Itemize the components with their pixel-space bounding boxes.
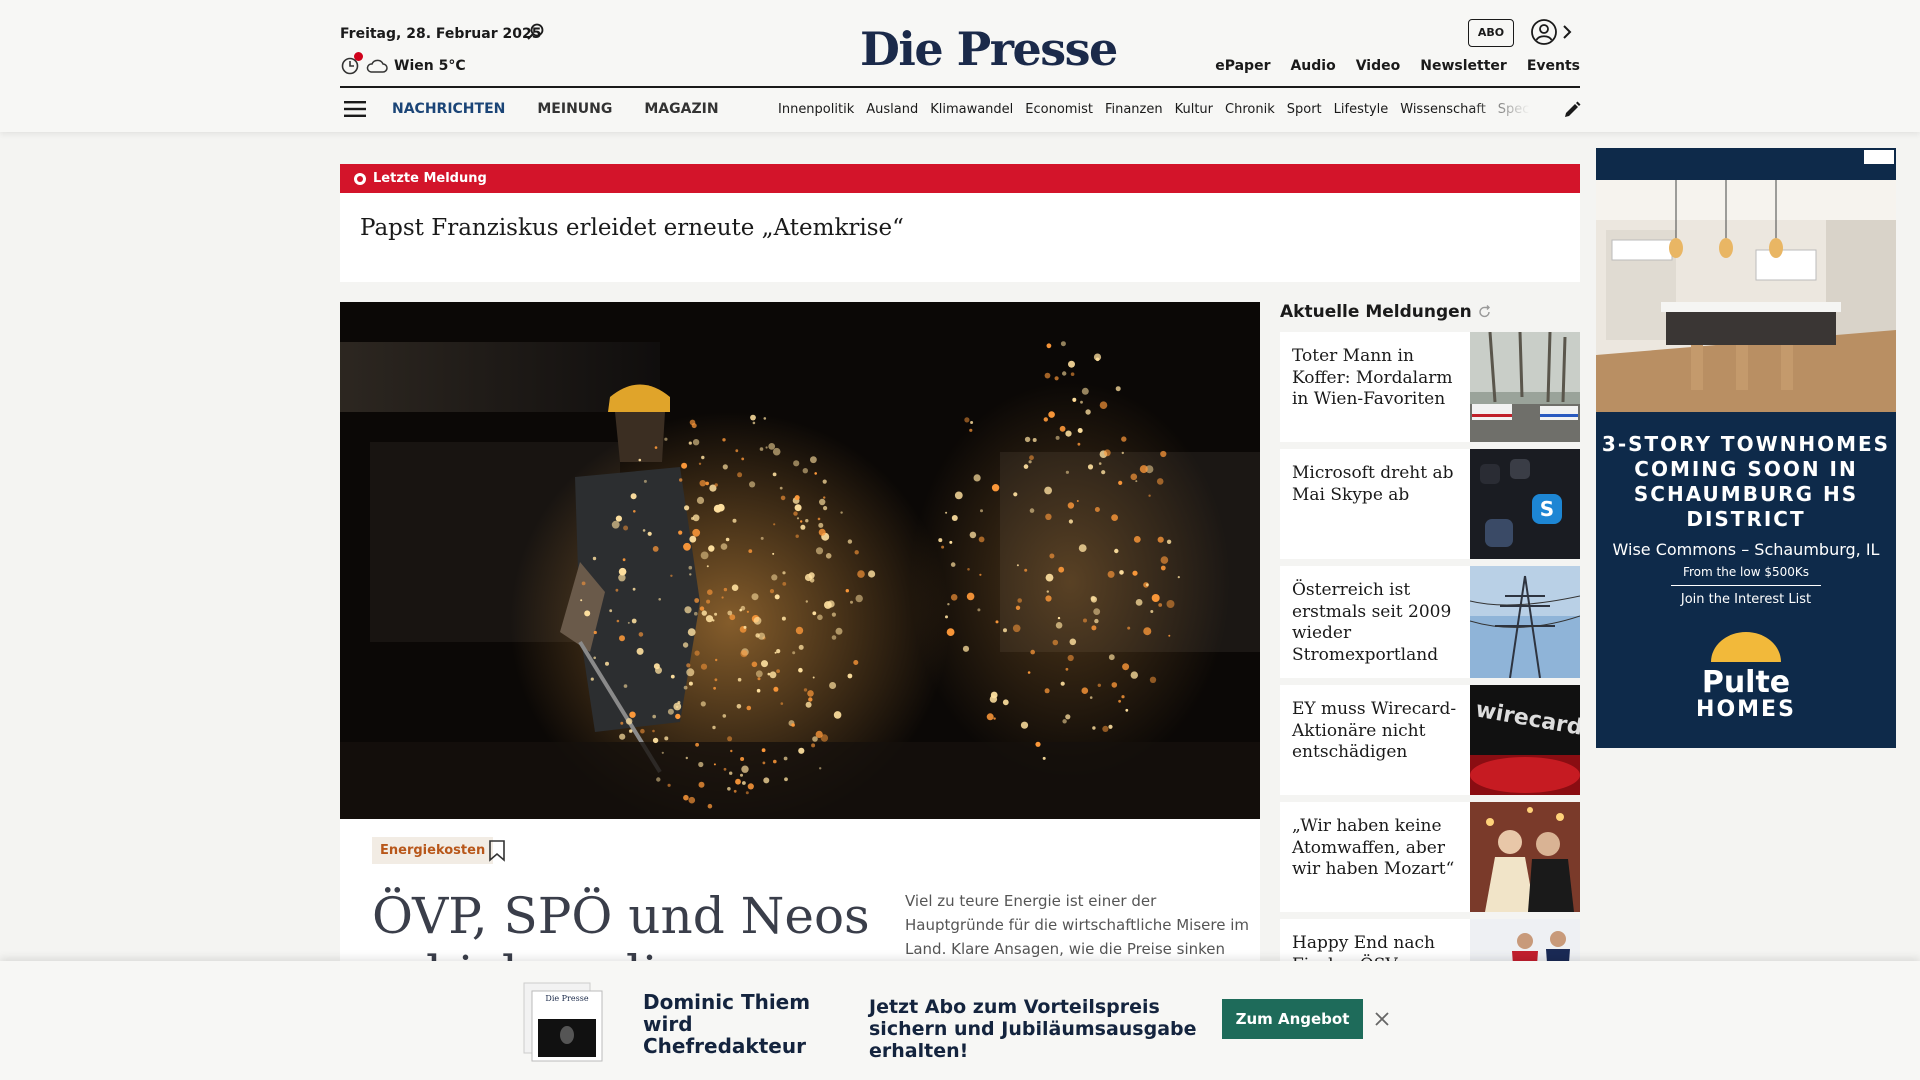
promo-paper-label: Die Presse [545, 994, 588, 1003]
cloud-icon [366, 59, 388, 73]
breaking-headline[interactable]: Papst Franziskus erleidet erneute „Atemk… [340, 193, 1580, 263]
news-item[interactable]: Toter Mann in Koffer: Mordalarm in Wien-… [1280, 332, 1580, 442]
advertisement[interactable]: 3-STORY TOWNHOMES COMING SOON IN SCHAUMB… [1596, 148, 1896, 748]
ad-choices-close-icon[interactable] [1864, 150, 1894, 164]
pulte-homes-logo: Pulte HOMES [1696, 632, 1796, 722]
news-item-title[interactable]: Toter Mann in Koffer: Mordalarm in Wien-… [1292, 346, 1467, 411]
site-logo[interactable]: Die Presse [860, 22, 1118, 76]
ad-price: From the low $500Ks [1682, 565, 1810, 579]
subnav-economist[interactable]: Economist [1025, 102, 1093, 117]
breaking-label: Letzte Meldung [373, 171, 487, 186]
close-icon[interactable] [1374, 1011, 1390, 1027]
hero-teaser: Viel zu teure Energie ist einer der Haup… [905, 892, 1250, 958]
newspaper-promo-image: Die Presse [523, 982, 603, 1062]
news-item-title[interactable]: EY muss Wirecard-Aktionäre nicht entschä… [1292, 699, 1467, 764]
subnav-klimawandel[interactable]: Klimawandel [930, 102, 1013, 117]
news-item[interactable]: EY muss Wirecard-Aktionäre nicht entschä… [1280, 685, 1580, 795]
link-newsletter[interactable]: Newsletter [1420, 58, 1507, 74]
subnav-sport[interactable]: Sport [1287, 102, 1322, 117]
news-thumbnail[interactable] [1470, 332, 1580, 442]
ad-kitchen-image [1596, 180, 1896, 412]
subnav-innenpolitik[interactable]: Innenpolitik [778, 102, 854, 117]
nav-meinung[interactable]: MEINUNG [537, 101, 612, 117]
ad-divider [1671, 585, 1821, 586]
news-item[interactable]: Österreich ist erstmals seit 2009 wieder… [1280, 566, 1580, 678]
ad-copy: 3-STORY TOWNHOMES COMING SOON IN SCHAUMB… [1596, 432, 1896, 607]
pencil-icon[interactable] [1562, 100, 1582, 120]
chevron-right-icon[interactable] [1560, 22, 1574, 42]
article-topic-tag[interactable]: Energiekosten [372, 837, 494, 864]
breaking-news-box[interactable]: Letzte Meldung Papst Franziskus erleidet… [340, 164, 1580, 282]
sub-navigation: Innenpolitik Ausland Klimawandel Economi… [778, 102, 1530, 117]
news-item[interactable]: „Wir haben keine Atomwaffen, aber wir ha… [1280, 802, 1580, 912]
subnav-finanzen[interactable]: Finanzen [1105, 102, 1163, 117]
hero-image[interactable] [340, 302, 1260, 819]
breaking-news-bar: Letzte Meldung [340, 164, 1580, 193]
header-divider [340, 86, 1580, 88]
subnav-spectrum[interactable]: Spectrum [1498, 102, 1530, 117]
link-events[interactable]: Events [1527, 58, 1580, 74]
subnav-chronik[interactable]: Chronik [1225, 102, 1275, 117]
hamburger-menu-icon[interactable] [344, 100, 366, 118]
clock-icon [340, 52, 363, 76]
subnav-ausland[interactable]: Ausland [866, 102, 918, 117]
user-account-icon[interactable] [1530, 18, 1558, 46]
search-icon[interactable] [525, 22, 545, 42]
notification-dot [354, 52, 363, 61]
current-date: Freitag, 28. Februar 2025 [340, 26, 542, 42]
news-list: Toter Mann in Koffer: Mordalarm in Wien-… [1280, 332, 1580, 1036]
news-thumbnail[interactable] [1470, 802, 1580, 912]
nav-nachrichten[interactable]: NACHRICHTEN [392, 101, 505, 117]
news-item-title[interactable]: „Wir haben keine Atomwaffen, aber wir ha… [1292, 816, 1467, 881]
promo-headline: Dominic Thiem wird Chefredakteur [643, 990, 811, 1058]
news-thumbnail[interactable]: wirecard [1470, 685, 1580, 795]
abo-button[interactable]: ABO [1468, 19, 1514, 47]
site-header: Freitag, 28. Februar 2025 Wien 5°C Die P… [0, 0, 1920, 132]
weather-label: Wien 5°C [394, 58, 466, 74]
link-audio[interactable]: Audio [1290, 58, 1335, 74]
ad-location: Wise Commons – Schaumburg, IL [1612, 540, 1880, 559]
news-item-title[interactable]: Microsoft dreht ab Mai Skype ab [1292, 463, 1467, 506]
link-video[interactable]: Video [1356, 58, 1401, 74]
bookmark-icon[interactable] [488, 840, 506, 862]
subnav-wissenschaft[interactable]: Wissenschaft [1400, 102, 1486, 117]
refresh-icon [1479, 305, 1490, 318]
main-navigation: NACHRICHTEN MEINUNG MAGAZIN [392, 101, 719, 117]
live-dot-icon [354, 172, 366, 185]
news-thumbnail[interactable]: S [1470, 449, 1580, 559]
ad-brand-bottom: HOMES [1696, 697, 1796, 722]
news-thumbnail[interactable] [1470, 566, 1580, 678]
weather-widget[interactable]: Wien 5°C [340, 52, 466, 76]
top-links: ePaper Audio Video Newsletter Events [1215, 58, 1580, 74]
ad-headline: 3-STORY TOWNHOMES COMING SOON IN SCHAUMB… [1601, 432, 1891, 531]
nav-magazin[interactable]: MAGAZIN [644, 101, 718, 117]
ad-cta[interactable]: Join the Interest List [1596, 592, 1896, 607]
subscription-promo-banner: Die Presse Dominic Thiem wird Chefredakt… [0, 961, 1920, 1080]
news-item[interactable]: Microsoft dreht ab Mai Skype ab S [1280, 449, 1580, 559]
offer-button[interactable]: Zum Angebot [1222, 999, 1363, 1039]
news-heading-label: Aktuelle Meldungen [1280, 302, 1472, 322]
subnav-lifestyle[interactable]: Lifestyle [1334, 102, 1389, 117]
promo-offer-text: Jetzt Abo zum Vorteilspreis sichern und … [869, 996, 1197, 1062]
subnav-kultur[interactable]: Kultur [1175, 102, 1213, 117]
svg-text:S: S [1540, 497, 1554, 521]
link-epaper[interactable]: ePaper [1215, 58, 1270, 74]
news-item-title[interactable]: Österreich ist erstmals seit 2009 wieder… [1292, 580, 1467, 666]
news-section-heading: Aktuelle Meldungen [1280, 302, 1492, 322]
ad-brand-top: Pulte [1702, 665, 1790, 700]
